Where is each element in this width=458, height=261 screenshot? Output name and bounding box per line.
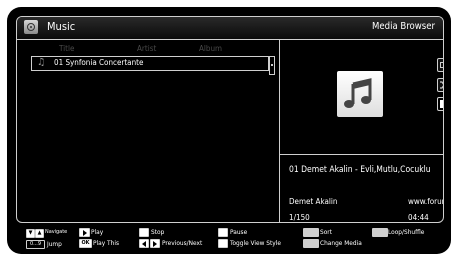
previous-next-label: Previous/Next: [162, 239, 203, 247]
scrollbar-thumb[interactable]: [269, 56, 275, 75]
shuffle-glyph: [440, 81, 443, 89]
track-url: www.forumi...: [408, 197, 443, 206]
jump-key: 0...9: [26, 240, 45, 249]
change-media-label: Change Media: [320, 239, 362, 247]
toggle-view-key: [218, 239, 228, 248]
sort-color-key: [303, 228, 319, 237]
column-album[interactable]: Album: [199, 44, 222, 53]
pause-label: Pause: [230, 228, 248, 236]
column-headers: Title Artist Album: [51, 44, 261, 56]
track-position: 1/150: [289, 213, 310, 222]
track-title: 01 Demet Akalin - Evli,Mutlu,Cocuklu: [289, 165, 431, 175]
media-browser-label: Media Browser: [372, 21, 435, 32]
list-view-icon[interactable]: [437, 58, 443, 72]
page-title: Music: [47, 20, 76, 33]
ok-key: OK: [79, 239, 92, 248]
play-this-label: Play This: [93, 239, 119, 247]
pause-key: [218, 228, 228, 237]
list-item-label: 01 Synfonia Concertante: [54, 58, 144, 67]
nav-up-key: ▲: [35, 229, 44, 238]
column-artist[interactable]: Artist: [137, 44, 156, 53]
footer-help: ▼ ▲ Navigate 0...9 Jump Play OK Play Thi…: [7, 227, 451, 254]
play-label: Play: [91, 228, 104, 236]
stop-icon[interactable]: [437, 97, 443, 111]
divider: [279, 40, 280, 222]
stop-label: Stop: [151, 228, 165, 236]
previous-key: [139, 239, 149, 248]
shuffle-icon[interactable]: [437, 78, 443, 92]
list-item[interactable]: ♫ 01 Synfonia Concertante: [31, 56, 269, 71]
info-divider: [280, 154, 443, 155]
media-browser-panel: Music Media Browser Title Artist Album ♫…: [16, 16, 444, 223]
music-note-icon: [344, 78, 372, 108]
tv-screen: Music Media Browser Title Artist Album ♫…: [7, 7, 451, 254]
jump-label: Jump: [47, 240, 62, 248]
stop-key: [139, 228, 149, 237]
navigate-label: Navigate: [45, 229, 68, 235]
music-app-icon: [24, 20, 38, 34]
loop-shuffle-label: Loop/Shuffle: [388, 228, 425, 236]
track-artist: Demet Akalin: [289, 197, 338, 206]
change-media-color-key: [303, 239, 319, 248]
track-duration: 04:44: [408, 213, 429, 222]
header-bar: Music Media Browser: [17, 17, 443, 40]
music-note-icon: ♫: [37, 57, 46, 68]
toggle-view-label: Toggle View Style: [230, 239, 281, 247]
nav-down-key: ▼: [26, 229, 35, 238]
album-art: [337, 71, 383, 117]
play-key: [79, 228, 90, 237]
next-key: [150, 239, 160, 248]
sort-label: Sort: [320, 228, 332, 236]
column-title[interactable]: Title: [59, 44, 74, 53]
loop-shuffle-color-key: [372, 228, 388, 237]
